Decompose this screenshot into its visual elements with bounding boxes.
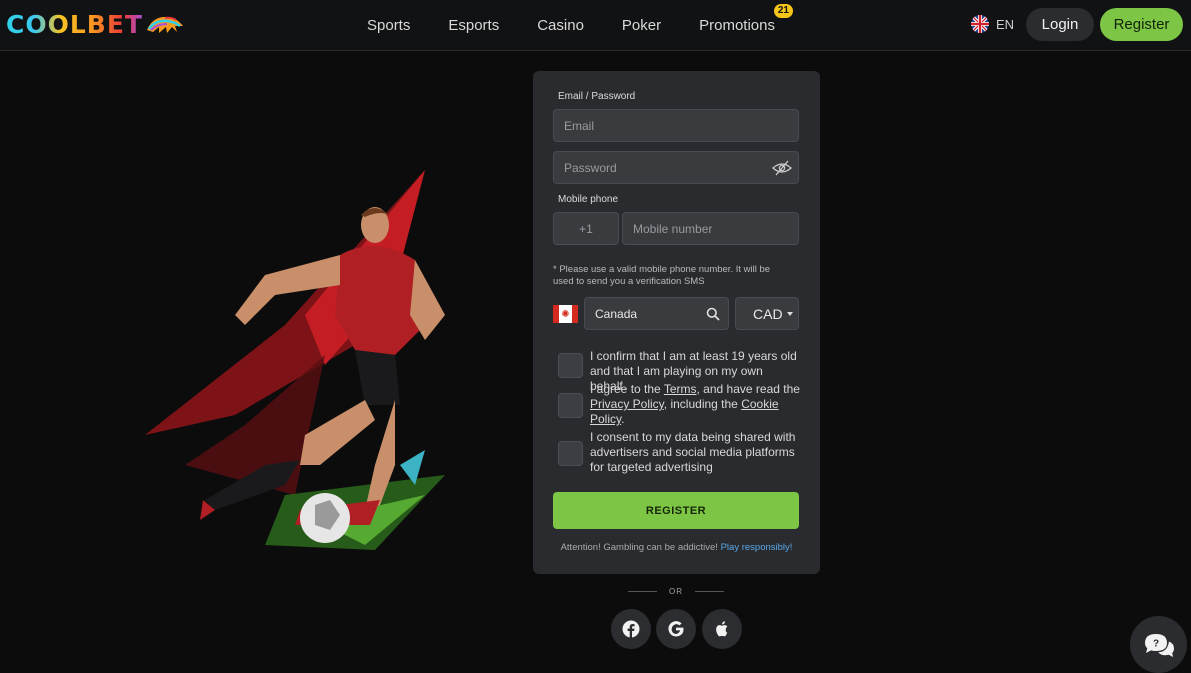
login-button[interactable]: Login — [1026, 8, 1094, 41]
terms-text: I agree to the Terms, and have read the … — [590, 382, 800, 426]
promotions-count-badge: 21 — [773, 4, 793, 18]
terms-checkbox[interactable] — [558, 393, 583, 418]
privacy-policy-link[interactable]: Privacy Policy — [590, 397, 664, 411]
facebook-icon — [622, 620, 640, 638]
phone-country-code[interactable]: +1 — [553, 212, 619, 245]
nav-promotions[interactable]: Promotions 21 — [699, 4, 793, 34]
search-icon — [706, 307, 720, 321]
terms-link[interactable]: Terms — [664, 382, 697, 396]
logo-text: COOLBET — [6, 9, 143, 39]
gambling-warning-text: Attention! Gambling can be addictive! — [560, 542, 718, 553]
canada-flag-icon: ✺ — [553, 305, 578, 323]
email-password-label: Email / Password — [558, 91, 636, 102]
gambling-warning: Attention! Gambling can be addictive! Pl… — [533, 542, 820, 553]
marketing-consent-checkbox[interactable] — [558, 441, 583, 466]
uk-flag-icon — [971, 15, 989, 33]
google-login-button[interactable] — [656, 609, 696, 649]
svg-text:?: ? — [1152, 638, 1158, 649]
facebook-login-button[interactable] — [611, 609, 651, 649]
nav-casino[interactable]: Casino — [537, 17, 584, 34]
or-text: OR — [669, 586, 683, 596]
marketing-consent-text: I consent to my data being shared with a… — [590, 430, 796, 474]
country-value: Canada — [595, 306, 638, 321]
email-input[interactable]: Email — [553, 109, 799, 142]
password-placeholder: Password — [564, 160, 617, 175]
nav-promotions-label: Promotions — [699, 17, 775, 34]
currency-select[interactable]: CAD — [735, 297, 799, 330]
language-selector[interactable]: EN — [971, 15, 1014, 33]
register-submit-button[interactable]: REGISTER — [553, 492, 799, 529]
chat-bubbles-icon: ? — [1144, 633, 1174, 657]
nav-esports[interactable]: Esports — [448, 17, 499, 34]
apple-login-button[interactable] — [702, 609, 742, 649]
top-navigation-bar: COOLBET Sports Esports Casino Poker Prom… — [0, 0, 1191, 51]
live-chat-button[interactable]: ? — [1130, 616, 1187, 673]
nav-poker[interactable]: Poker — [622, 17, 661, 34]
nav-sports[interactable]: Sports — [367, 17, 410, 34]
main-nav: Sports Esports Casino Poker Promotions 2… — [348, 0, 794, 51]
mobile-number-input[interactable]: Mobile number — [622, 212, 799, 245]
play-responsibly-link[interactable]: Play responsibly! — [721, 542, 793, 553]
eye-slash-icon[interactable] — [772, 160, 792, 176]
football-player-illustration — [145, 170, 445, 550]
language-code: EN — [996, 16, 1015, 32]
coolbet-logo[interactable]: COOLBET — [6, 9, 185, 39]
mobile-phone-label: Mobile phone — [558, 194, 619, 205]
header-register-button[interactable]: Register — [1100, 8, 1183, 41]
google-icon — [668, 621, 684, 637]
age-confirm-checkbox[interactable] — [558, 353, 583, 378]
password-input[interactable]: Password — [553, 151, 799, 184]
phone-hint: * Please use a valid mobile phone number… — [553, 264, 771, 287]
crocodile-logo-icon — [146, 16, 183, 33]
apple-icon — [716, 621, 728, 637]
registration-panel: Email / Password Email Password Mobile p… — [533, 71, 820, 574]
country-select[interactable]: Canada — [584, 297, 729, 330]
or-divider: OR — [628, 586, 724, 596]
chevron-down-icon — [787, 312, 793, 316]
currency-value: CAD — [753, 305, 783, 322]
